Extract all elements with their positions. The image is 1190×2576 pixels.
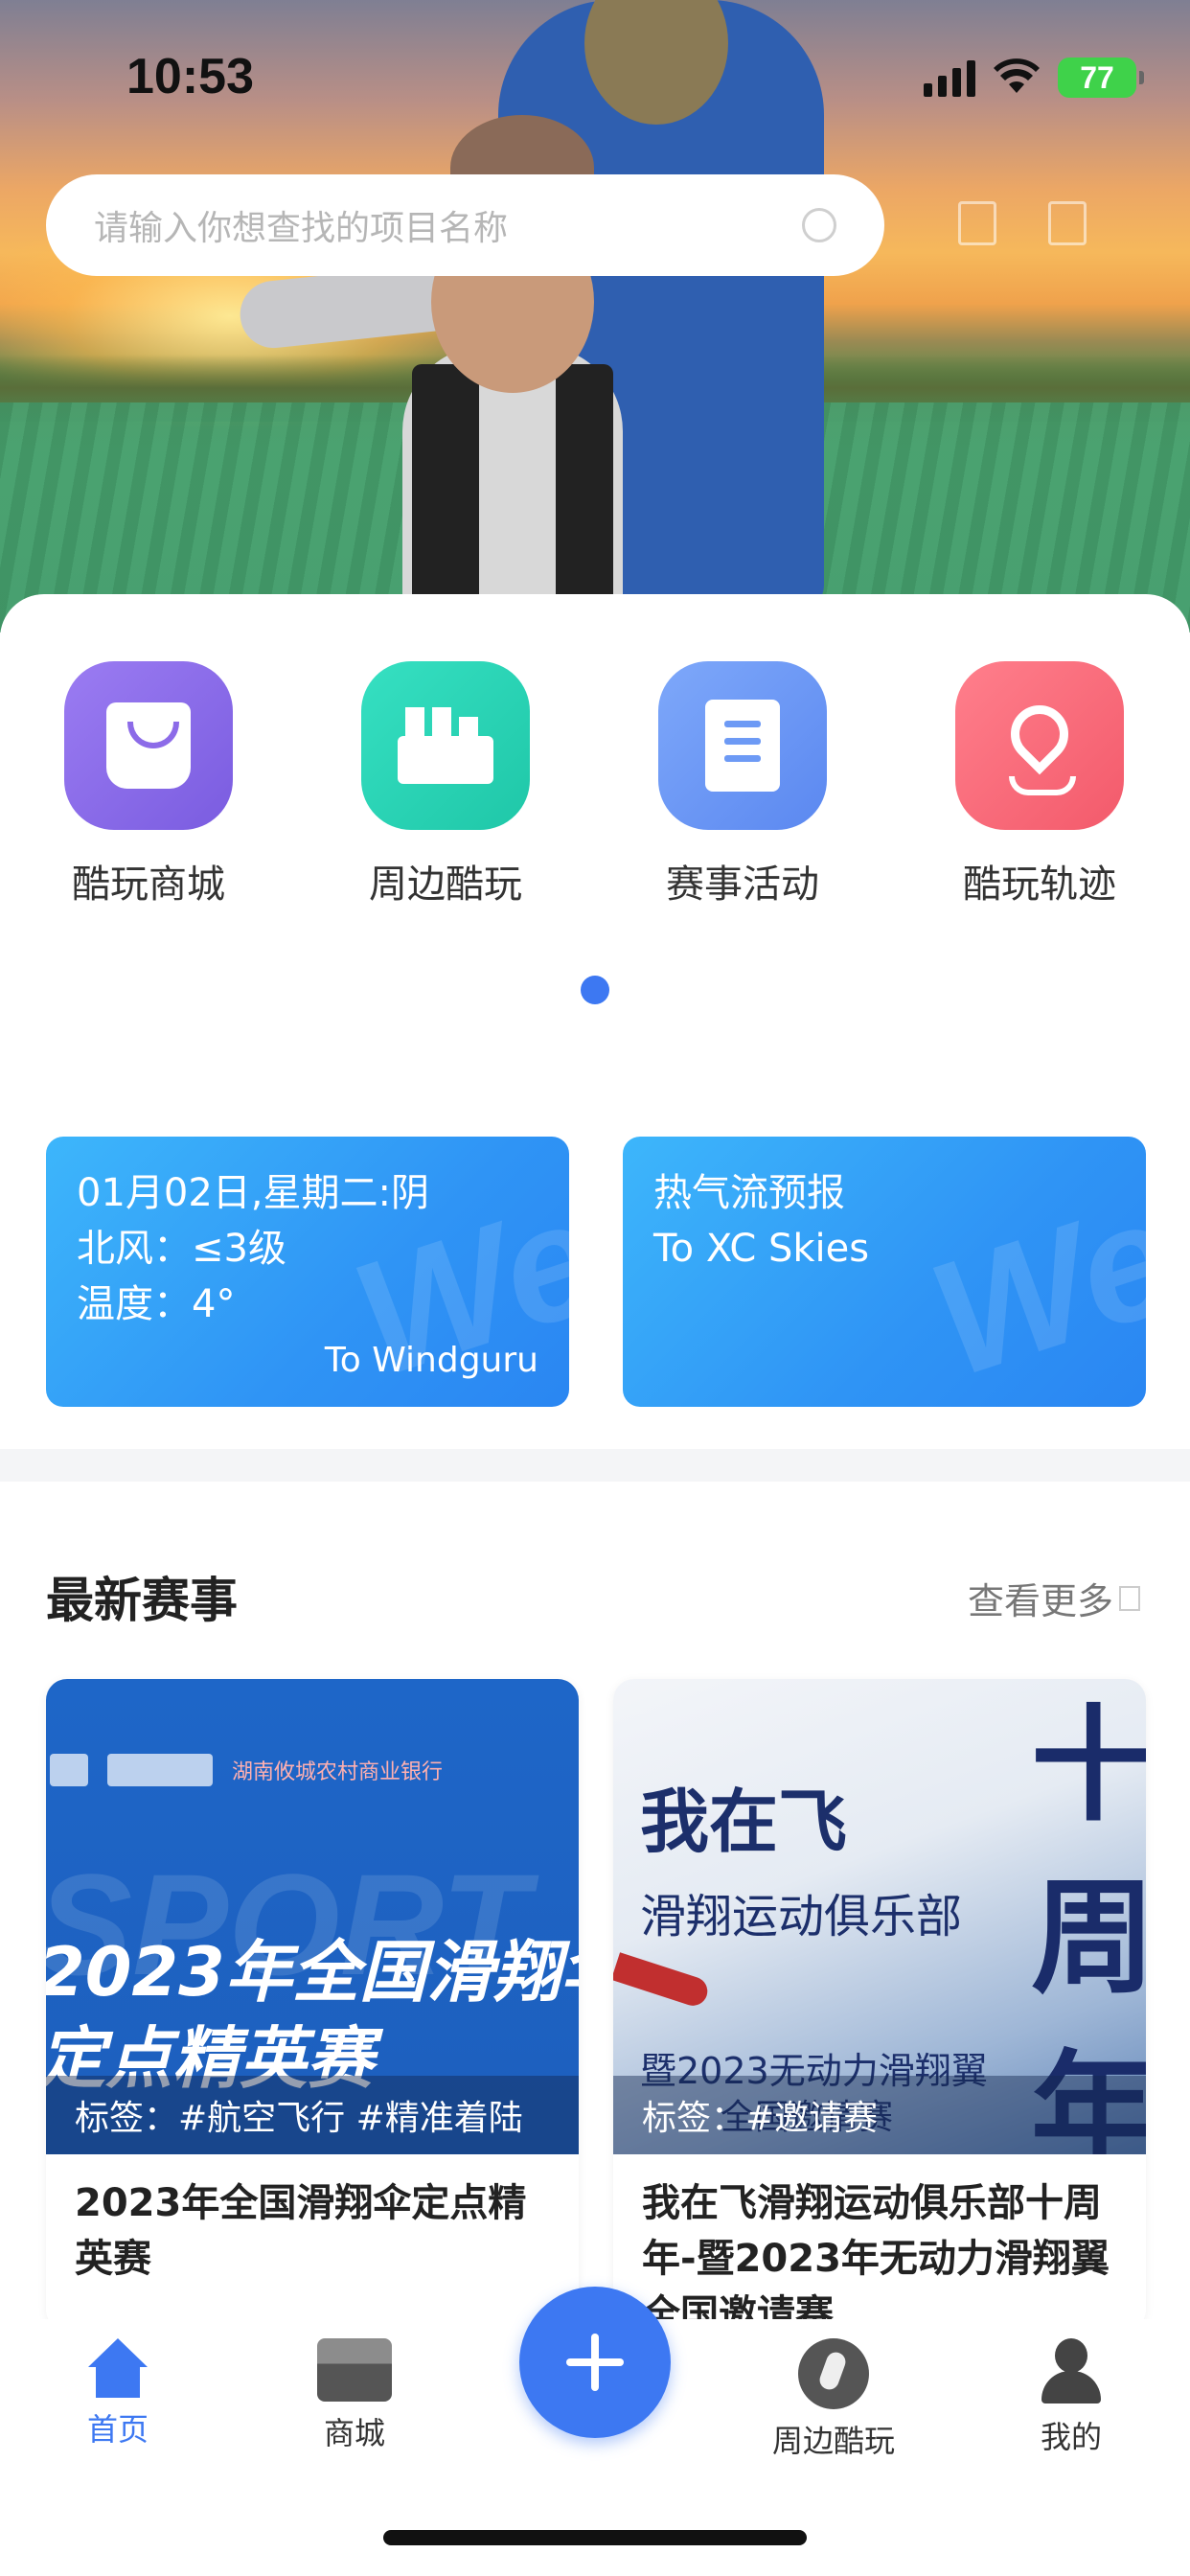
event-poster: 十周年 我在飞 滑翔运动俱乐部 暨2023无动力滑翔翼 全国邀请赛 标签：#邀请… [613,1679,1146,2154]
battery-icon: 77 [1058,58,1144,98]
sponsor-logo [107,1754,213,1786]
grid-label: 赛事活动 [666,862,819,907]
chevron-right-icon [1119,1585,1140,1611]
hang-glider-graphic [613,1952,712,2010]
status-icons: 77 [924,58,1144,98]
sponsor-logos: 湖南攸城农村商业银行 [46,1746,579,1794]
event-card[interactable]: 湖南攸城农村商业银行 SPORT 2023年全国滑翔伞 定点精英赛 标签：#航空… [46,1679,579,2331]
xcskies-link[interactable]: To XC Skies [653,1221,1115,1276]
event-tags: 标签：#航空飞行 #精准着陆 [46,2076,579,2154]
weather-wind: 北风：≤3级 [77,1227,286,1271]
tab-shop[interactable]: 商城 [278,2338,431,2453]
battery-level: 77 [1080,59,1114,95]
grid-item-mall[interactable]: 酷玩商城 [0,661,297,908]
event-card[interactable]: 十周年 我在飞 滑翔运动俱乐部 暨2023无动力滑翔翼 全国邀请赛 标签：#邀请… [613,1679,1146,2331]
search-input[interactable]: 请输入你想查找的项目名称 [94,200,802,250]
add-button[interactable] [519,2287,671,2438]
tab-label: 周边酷玩 [771,2423,895,2459]
poster-subheadline: 滑翔运动俱乐部 [640,1890,963,1944]
tab-home[interactable]: 首页 [41,2338,195,2450]
section-title: 最新赛事 [46,1573,238,1628]
plus-icon [566,2334,624,2391]
view-more-link[interactable]: 查看更多 [968,1572,1140,1624]
poster-headline: 2023年全国滑翔伞 [46,1933,579,2012]
grid-item-nearby[interactable]: 周边酷玩 [297,661,594,908]
grid-item-events[interactable]: 赛事活动 [594,661,891,908]
search-bar[interactable]: 请输入你想查找的项目名称 [46,174,884,276]
sponsor-logo [50,1754,88,1786]
home-indicator[interactable] [383,2530,807,2545]
running-icon [798,2338,869,2409]
store-icon [317,2338,392,2402]
grid-label: 周边酷玩 [369,862,522,907]
tab-label: 商城 [323,2415,385,2451]
hero-harness-right [556,364,613,632]
tab-label: 首页 [86,2411,149,2448]
shopping-bag-icon[interactable] [64,661,233,830]
tab-label: 我的 [1040,2419,1102,2455]
event-title: 2023年全国滑翔伞定点精英赛 [75,2181,527,2281]
weather-date: 01月02日,星期二:阴 [77,1171,429,1215]
grid-label: 酷玩轨迹 [963,862,1116,907]
home-icon [82,2338,153,2398]
status-time: 10:53 [126,49,254,104]
windguru-link[interactable]: To Windguru [325,1341,538,1380]
feature-grid: 酷玩商城 周边酷玩 赛事活动 酷玩轨迹 [0,661,1190,908]
receipt-icon[interactable] [658,661,827,830]
hero-harness-left [412,364,479,632]
thermal-title: 热气流预报 [653,1171,845,1215]
tab-nearby[interactable]: 周边酷玩 [757,2338,910,2461]
user-icon [1038,2338,1105,2405]
grid-item-track[interactable]: 酷玩轨迹 [891,661,1188,908]
weather-card[interactable]: We 01月02日,星期二:阴 北风：≤3级 温度：4° To Windguru [46,1137,569,1407]
wifi-icon [994,58,1040,93]
location-pin-icon[interactable] [955,661,1124,830]
search-icon[interactable] [802,208,836,242]
grid-label: 酷玩商城 [72,862,225,907]
cellular-signal-icon [924,58,975,97]
sponsor-bank-logo: 湖南攸城农村商业银行 [232,1760,444,1784]
weather-temp: 温度：4° [77,1282,236,1326]
scan-icon[interactable] [958,201,996,245]
view-more-label: 查看更多 [967,1580,1113,1622]
factory-icon[interactable] [361,661,530,830]
event-poster: 湖南攸城农村商业银行 SPORT 2023年全国滑翔伞 定点精英赛 标签：#航空… [46,1679,579,2154]
page-indicator-dot [581,976,609,1004]
tab-me[interactable]: 我的 [995,2338,1148,2457]
poster-headline: 我在飞 [640,1781,848,1862]
event-tags: 标签：#邀请赛 [613,2076,1146,2154]
message-icon[interactable] [1048,201,1087,245]
thermal-forecast-card[interactable]: We 热气流预报 To XC Skies [623,1137,1146,1407]
event-title: 我在飞滑翔运动俱乐部十周年-暨2023年无动力滑翔翼全国邀请赛 [642,2181,1110,2331]
